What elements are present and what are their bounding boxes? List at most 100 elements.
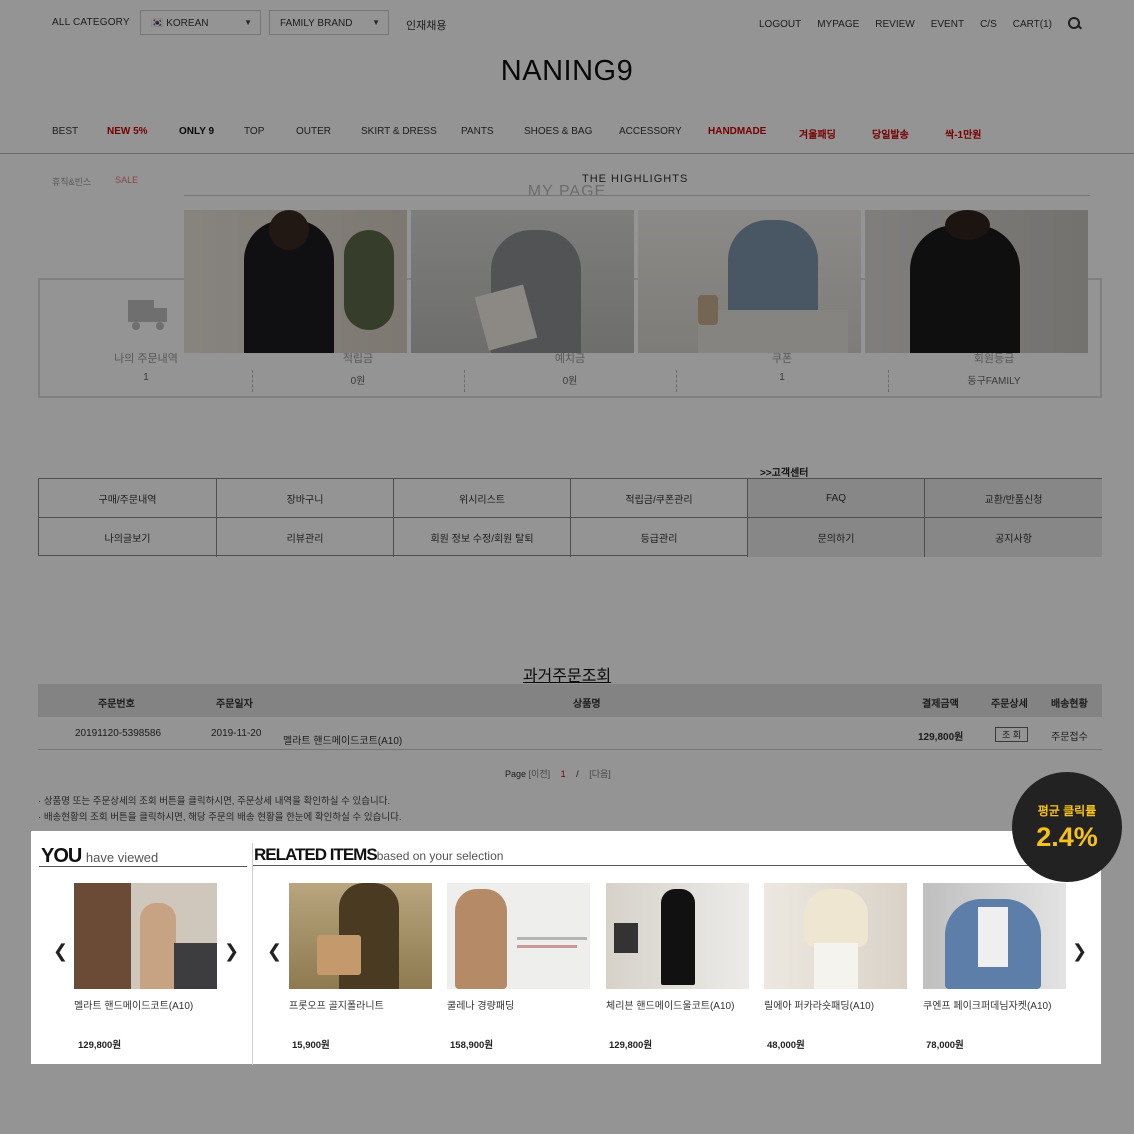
stat-grade[interactable]: 회원등급 동구FAMILY (888, 350, 1100, 387)
stat-value: 동구FAMILY (967, 376, 1021, 387)
product-thumbnail[interactable] (764, 883, 907, 989)
page-title: MY PAGE (527, 183, 607, 200)
link-inquiry[interactable]: 문의하기 (748, 518, 925, 557)
table-row: 20191120-5398586 2019-11-20 멜라트 핸드메이드코트(… (38, 717, 1102, 750)
related-item-card[interactable]: 릴에아 퍼카라숏패딩(A10) 48,000원 (764, 883, 907, 1051)
link-order-history[interactable]: 구매/주문내역 (39, 479, 217, 518)
nav-item-handmade[interactable]: HANDMADE (708, 126, 799, 141)
product-name[interactable]: 프롯오프 골지폴라니트 (289, 997, 432, 1012)
chevron-left-icon[interactable]: ❮ (53, 941, 68, 962)
product-thumbnail[interactable] (74, 883, 217, 989)
link-reviews[interactable]: 리뷰관리 (217, 518, 394, 557)
nav-item-shoes-bag[interactable]: SHOES & BAG (524, 126, 619, 141)
chevron-right-icon[interactable]: ❯ (224, 941, 239, 962)
review-link[interactable]: REVIEW (875, 19, 914, 30)
highlight-image[interactable] (411, 210, 634, 353)
product-price: 78,000원 (926, 1040, 964, 1051)
chevron-right-icon[interactable]: ❯ (1072, 941, 1087, 962)
top-bar: ALL CATEGORY 🇰🇷 KOREAN ▼ FAMILY BRAND ▼ … (0, 0, 1134, 48)
stat-points[interactable]: 적립금 0원 (252, 350, 464, 387)
customer-center-link[interactable]: >>고객센터 (760, 464, 808, 479)
product-name[interactable]: 쿨레나 경량패딩 (447, 997, 590, 1012)
divider (39, 866, 247, 867)
nav-item-top[interactable]: TOP (244, 126, 296, 141)
divider (253, 865, 1093, 866)
click-rate-label: 평균 클릭률 (1037, 804, 1097, 818)
nav-item-best[interactable]: BEST (52, 126, 107, 141)
nav-item-same-day[interactable]: 당일발송 (872, 126, 945, 141)
viewed-item-card[interactable]: 멜라트 핸드메이드코트(A10) 129,800원 (74, 883, 217, 1051)
product-price: 129,800원 (78, 1040, 122, 1051)
nav-item-pants[interactable]: PANTS (461, 126, 524, 141)
highlight-image[interactable] (865, 210, 1088, 353)
order-detail-button[interactable]: 조 회 (995, 727, 1029, 742)
note-text: 상품명 또는 주문상세의 조회 버튼을 클릭하시면, 주문상세 내역을 확인하실… (43, 796, 391, 807)
stat-deposit[interactable]: 예치금 0원 (464, 350, 676, 387)
stat-coupons[interactable]: 쿠폰 1 (676, 350, 888, 383)
product-name[interactable]: 멜라트 핸드메이드코트(A10) (74, 997, 217, 1012)
link-edit-profile[interactable]: 회원 정보 수정/회원 탈퇴 (394, 518, 571, 557)
related-items-title-bold: RELATED ITEMS (254, 845, 378, 864)
related-item-card[interactable]: 체리븐 핸드메이드울코트(A10) 129,800원 (606, 883, 749, 1051)
family-brand-select[interactable]: FAMILY BRAND ▼ (269, 10, 389, 35)
event-link[interactable]: EVENT (931, 19, 964, 30)
nav-item-outer[interactable]: OUTER (296, 126, 361, 141)
product-name[interactable]: 릴에아 퍼카라숏패딩(A10) (764, 997, 907, 1012)
product-thumbnail[interactable] (923, 883, 1066, 989)
logout-link[interactable]: LOGOUT (759, 19, 801, 30)
product-price: 48,000원 (767, 1040, 805, 1051)
you-viewed-title-light: have viewed (85, 850, 159, 865)
stat-orders[interactable]: 나의 주문내역 1 (40, 350, 252, 383)
click-rate-value: 2.4% (1036, 822, 1098, 852)
link-exchange-return[interactable]: 교환/반품신청 (925, 479, 1102, 518)
product-thumbnail[interactable] (289, 883, 432, 989)
related-item-card[interactable]: 쿨레나 경량패딩 158,900원 (447, 883, 590, 1051)
current-page[interactable]: 1 (561, 769, 566, 779)
table-header: 주문번호 주문일자 상품명 결제금액 주문상세 배송현황 (38, 684, 1102, 717)
main-nav: BEST NEW 5% ONLY 9 TOP OUTER SKIRT & DRE… (52, 126, 1005, 141)
all-category-link[interactable]: ALL CATEGORY (52, 17, 130, 28)
you-viewed-title-bold: YOU (41, 845, 82, 867)
link-notice[interactable]: 공지사항 (925, 518, 1102, 557)
product-name[interactable]: 체리븐 핸드메이드울코트(A10) (606, 997, 749, 1012)
mypage-link[interactable]: MYPAGE (817, 19, 859, 30)
highlight-image[interactable] (184, 210, 407, 353)
order-number[interactable]: 20191120-5398586 (75, 728, 161, 739)
page-separator: / (576, 769, 579, 779)
product-thumbnail[interactable] (447, 883, 590, 989)
language-select[interactable]: 🇰🇷 KOREAN ▼ (140, 10, 261, 35)
chevron-down-icon: ▼ (372, 18, 380, 27)
note-item: · 상품명 또는 주문상세의 조회 버튼을 클릭하시면, 주문상세 내역을 확인… (38, 796, 391, 807)
link-grade[interactable]: 등급관리 (571, 518, 748, 557)
nav-item-winter-padding[interactable]: 겨울패딩 (799, 126, 872, 141)
product-thumbnail[interactable] (606, 883, 749, 989)
nav-item-accessory[interactable]: ACCESSORY (619, 126, 708, 141)
recruit-link[interactable]: 인재채용 (406, 17, 446, 33)
link-cart[interactable]: 장바구니 (217, 479, 394, 518)
order-product[interactable]: 멜라트 핸드메이드코트(A10) (283, 732, 402, 747)
chevron-left-icon[interactable]: ❮ (267, 941, 282, 962)
past-orders-title[interactable]: 과거주문조회 (0, 662, 1134, 686)
cart-link[interactable]: CART(1) (1013, 19, 1052, 30)
col-amount: 결제금액 (922, 699, 959, 710)
cs-link[interactable]: C/S (980, 19, 997, 30)
link-points-coupons[interactable]: 적립금/쿠폰관리 (571, 479, 748, 518)
nav-item-new[interactable]: NEW 5% (107, 126, 179, 141)
search-icon[interactable] (1068, 17, 1082, 31)
highlight-image[interactable] (638, 210, 861, 353)
nav-item-only9[interactable]: ONLY 9 (179, 126, 244, 141)
prev-page-link[interactable]: [이전] (529, 769, 551, 779)
link-my-posts[interactable]: 나의글보기 (39, 518, 217, 557)
next-page-link[interactable]: [다음] (589, 769, 611, 779)
related-item-card[interactable]: 쿠엔프 페이크퍼데님자켓(A10) 78,000원 (923, 883, 1066, 1051)
nav-item-skirt-dress[interactable]: SKIRT & DRESS (361, 126, 461, 141)
link-faq[interactable]: FAQ (748, 479, 925, 518)
order-notes: · 상품명 또는 주문상세의 조회 버튼을 클릭하시면, 주문상세 내역을 확인… (38, 794, 402, 826)
nav-item-under-10k[interactable]: 싹-1만원 (945, 126, 1005, 141)
related-item-card[interactable]: 프롯오프 골지폴라니트 15,900원 (289, 883, 432, 1051)
product-name[interactable]: 쿠엔프 페이크퍼데님자켓(A10) (923, 997, 1066, 1012)
site-logo[interactable]: NANING9 (0, 55, 1134, 88)
highlights-title: THE HIGHLIGHTS (582, 173, 689, 185)
link-wishlist[interactable]: 위시리스트 (394, 479, 571, 518)
stat-value: 0원 (350, 376, 366, 387)
